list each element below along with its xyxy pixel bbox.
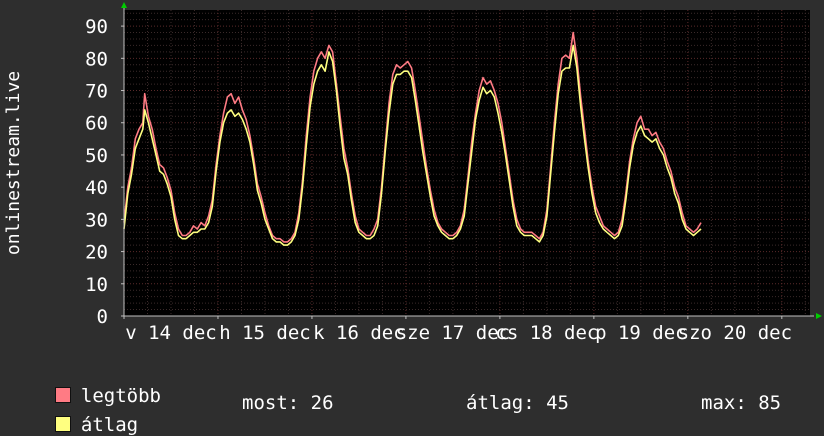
legend-avg: átlag <box>32 392 138 436</box>
x-tick-labels: v 14 dec h 15 dec k 16 decsze 17 deccs 18 … <box>125 322 792 344</box>
stat-average: átlag: 45 <box>466 392 569 414</box>
legend-avg-label: átlag <box>80 414 139 436</box>
chart-canvas <box>124 10 810 316</box>
x-tick-label: sze 17 dec <box>396 322 510 344</box>
y-tick-label: 30 <box>85 209 108 231</box>
y-tick-label: 40 <box>85 177 108 199</box>
y-tick-label: 90 <box>85 16 108 38</box>
x-axis-arrow <box>816 313 822 319</box>
y-tick-label: 50 <box>85 145 108 167</box>
y-tick-label: 0 <box>97 306 108 328</box>
y-tick-labels: 0 10 20 30 40 50 60 70 80 90 <box>85 16 108 328</box>
x-tick-label: v 14 dec <box>125 322 217 344</box>
y-tick-label: 20 <box>85 242 108 264</box>
y-tick-label: 60 <box>85 113 108 135</box>
y-tick-label: 10 <box>85 274 108 296</box>
x-tick-label: szo 20 dec <box>678 322 792 344</box>
x-tick-label: h 15 dec <box>219 322 311 344</box>
x-tick-label: cs 18 dec <box>495 322 598 344</box>
x-tick-label: p 19 dec <box>595 322 687 344</box>
stat-max: max: 85 <box>701 392 782 414</box>
y-axis-arrow <box>121 2 127 8</box>
x-tick-label: k 16 dec <box>313 322 405 344</box>
y-tick-label: 80 <box>85 48 108 70</box>
y-axis-label: onlinestream.live <box>3 71 24 255</box>
stat-now: most: 26 <box>242 392 334 414</box>
traffic-chart: 0 10 20 30 40 50 60 70 80 90 v 14 dec h 15 dec k 16… <box>3 2 822 344</box>
y-tick-label: 70 <box>85 81 108 103</box>
